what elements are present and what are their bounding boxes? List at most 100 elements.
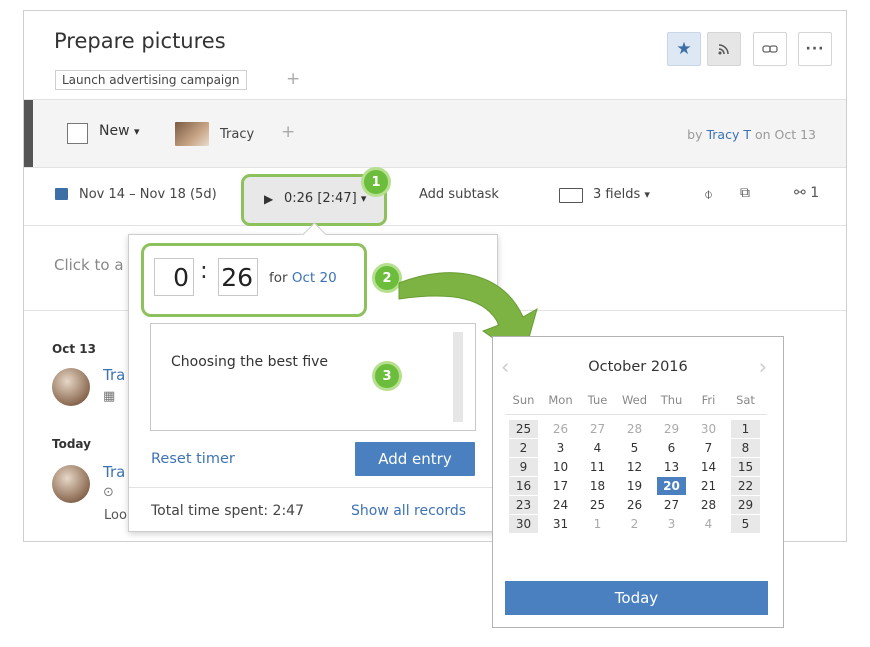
avatar	[52, 465, 90, 503]
fields-dropdown[interactable]: 3 fields ▾	[593, 187, 650, 202]
calendar-day[interactable]: 22	[731, 477, 760, 495]
show-all-records-link[interactable]: Show all records	[351, 503, 466, 519]
reset-timer-link[interactable]: Reset timer	[151, 451, 235, 467]
add-entry-button[interactable]: Add entry	[355, 442, 475, 476]
task-dates[interactable]: Nov 14 – Nov 18 (5d)	[79, 187, 217, 202]
share-icon[interactable]: ⚯ 1	[794, 185, 819, 201]
assignee-avatar[interactable]	[175, 122, 209, 146]
stream-author-link[interactable]: Tra	[103, 463, 125, 481]
status-checkbox[interactable]	[67, 123, 88, 144]
add-assignee-button[interactable]: +	[281, 122, 295, 142]
author-info: by Tracy T on Oct 13	[687, 127, 816, 142]
task-title[interactable]: Prepare pictures	[54, 29, 226, 53]
calendar-day[interactable]: 6	[657, 439, 686, 457]
dependency-icon[interactable]: ⧉	[740, 185, 750, 201]
divider	[505, 414, 767, 415]
description-placeholder[interactable]: Click to a	[54, 256, 124, 274]
stream-text: Loo	[104, 508, 127, 523]
weekday-label: Sat	[736, 393, 755, 407]
callout-badge: 1	[361, 167, 391, 197]
calendar-day[interactable]: 17	[546, 477, 575, 495]
assignee-name[interactable]: Tracy	[220, 127, 254, 142]
next-month-button[interactable]: ›	[759, 355, 767, 379]
calendar-day[interactable]: 1	[731, 420, 760, 438]
calendar-day[interactable]: 12	[620, 458, 649, 476]
calendar-day[interactable]: 30	[694, 420, 723, 438]
more-button[interactable]: ···	[798, 32, 832, 66]
date-picker: ‹ October 2016 › Sun Mon Tue Wed Thu Fri Sat 2…	[492, 336, 784, 628]
calendar-day[interactable]: 27	[583, 420, 612, 438]
calendar-day[interactable]: 3	[657, 515, 686, 533]
status-dropdown[interactable]: New ▾	[99, 123, 140, 139]
hours-input[interactable]: 0	[154, 258, 194, 296]
stream-author-link[interactable]: Tra	[103, 366, 125, 384]
calendar-day[interactable]: 14	[694, 458, 723, 476]
folder-tag[interactable]: Launch advertising campaign	[55, 70, 247, 90]
star-button[interactable]: ★	[667, 32, 701, 66]
calendar-day[interactable]: 25	[583, 496, 612, 514]
add-folder-button[interactable]: +	[286, 70, 300, 88]
calendar-day[interactable]: 11	[583, 458, 612, 476]
author-suffix: on Oct 13	[754, 127, 816, 142]
calendar-day[interactable]: 4	[694, 515, 723, 533]
calendar-day-selected[interactable]: 20	[657, 477, 686, 495]
more-icon: ···	[805, 41, 825, 57]
calendar-icon	[55, 188, 68, 200]
calendar-day[interactable]: 2	[509, 439, 538, 457]
calendar-day[interactable]: 2	[620, 515, 649, 533]
link-button[interactable]	[753, 32, 787, 66]
calendar-week: 16 17 18 19 20 21 22	[505, 477, 767, 496]
calendar-day[interactable]: 9	[509, 458, 538, 476]
calendar-day[interactable]: 31	[546, 515, 575, 533]
calendar-day[interactable]: 27	[657, 496, 686, 514]
calendar-day[interactable]: 19	[620, 477, 649, 495]
for-prefix: for	[269, 270, 288, 286]
calendar-day[interactable]: 30	[509, 515, 538, 533]
calendar-day[interactable]: 26	[620, 496, 649, 514]
calendar-day[interactable]: 8	[731, 439, 760, 457]
minutes-input[interactable]: 26	[218, 258, 258, 296]
add-subtask-button[interactable]: Add subtask	[419, 187, 499, 202]
calendar-day[interactable]: 24	[546, 496, 575, 514]
calendar-day[interactable]: 5	[731, 515, 760, 533]
calendar-day[interactable]: 26	[546, 420, 575, 438]
calendar-week: 9 10 11 12 13 14 15	[505, 458, 767, 477]
calendar-day[interactable]: 15	[731, 458, 760, 476]
calendar-day[interactable]: 18	[583, 477, 612, 495]
calendar-title: October 2016	[588, 359, 688, 375]
calendar-day[interactable]: 5	[620, 439, 649, 457]
calendar-day[interactable]: 16	[509, 477, 538, 495]
calendar-day[interactable]: 28	[620, 420, 649, 438]
weekday-label: Sun	[512, 393, 535, 407]
date-picker-link[interactable]: Oct 20	[292, 270, 337, 286]
calendar-day[interactable]: 10	[546, 458, 575, 476]
calendar-grid: Sun Mon Tue Wed Thu Fri Sat 25 26 27 28 29 30 1 2 3 4 5 6…	[505, 389, 767, 534]
star-icon: ★	[676, 39, 692, 59]
weekday-label: Tue	[587, 393, 608, 407]
calendar-day[interactable]: 7	[694, 439, 723, 457]
timer-value-text: 0:26 [2:47]	[284, 191, 357, 206]
share-count: 1	[810, 185, 820, 201]
calendar-day[interactable]: 21	[694, 477, 723, 495]
calendar-day[interactable]: 13	[657, 458, 686, 476]
note-text: Choosing the best five	[171, 354, 329, 370]
fields-icon	[559, 188, 583, 203]
calendar-day[interactable]: 28	[694, 496, 723, 514]
today-button[interactable]: Today	[505, 581, 768, 615]
calendar-day[interactable]: 29	[731, 496, 760, 514]
calendar-day[interactable]: 29	[657, 420, 686, 438]
author-prefix: by	[687, 127, 703, 142]
rss-button[interactable]	[707, 32, 741, 66]
divider	[129, 487, 497, 488]
rss-icon	[718, 44, 729, 55]
calendar-day[interactable]: 3	[546, 439, 575, 457]
calendar-day[interactable]: 23	[509, 496, 538, 514]
calendar-day[interactable]: 4	[583, 439, 612, 457]
calendar-day[interactable]: 25	[509, 420, 538, 438]
time-entry-group: 0 : 26 for Oct 20	[141, 243, 367, 317]
author-link[interactable]: Tracy T	[706, 127, 750, 142]
calendar-day[interactable]: 1	[583, 515, 612, 533]
attachment-icon[interactable]: ⌽	[704, 185, 713, 203]
calendar-week: 25 26 27 28 29 30 1	[505, 420, 767, 439]
timer-icon: ⊙	[103, 485, 114, 500]
